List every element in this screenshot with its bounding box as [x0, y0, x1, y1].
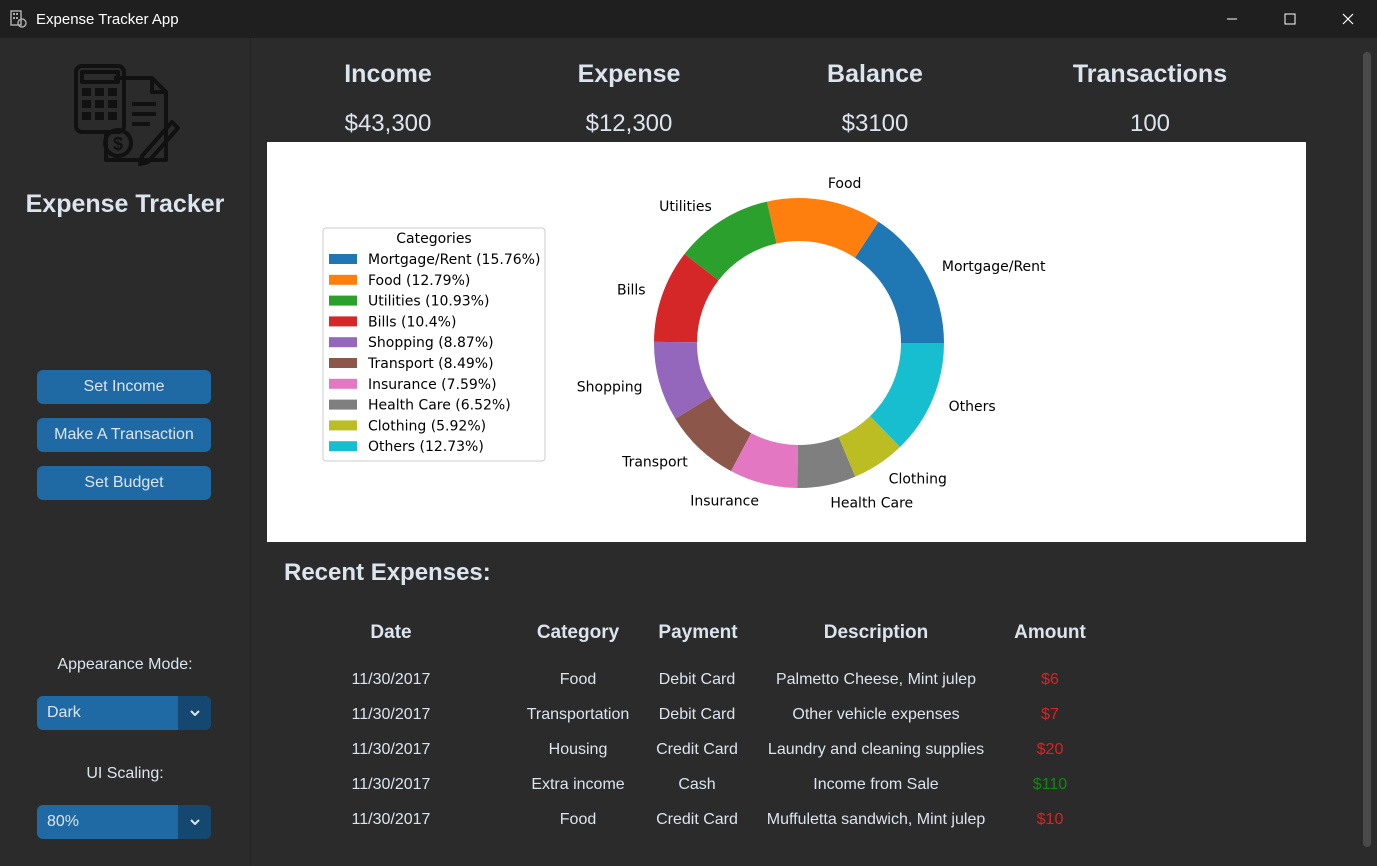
legend-swatch [329, 316, 357, 327]
slice-label: Mortgage/Rent [942, 259, 1046, 275]
row-amount: $20 [1036, 741, 1064, 758]
legend-swatch [329, 295, 357, 306]
dropdown-arrow[interactable] [178, 696, 211, 730]
scrollbar-thumb[interactable] [1363, 52, 1371, 847]
income-title: Income [344, 60, 432, 88]
category-donut-chart: Mortgage/Rent Food Utilities Bills Shopping T… [322, 176, 1046, 511]
app-icon [10, 10, 27, 28]
chevron-down-icon [189, 710, 200, 716]
legend-entry: Bills (10.4%) [368, 314, 456, 330]
window-title: Expense Tracker App [36, 10, 179, 28]
legend-entry: Food (12.79%) [368, 273, 470, 289]
column-header-payment: Payment [658, 622, 738, 643]
slice-label: Bills [617, 283, 646, 299]
transactions-value: 100 [1129, 110, 1171, 137]
legend-entry: Others (12.73%) [368, 439, 484, 455]
slice-label: Clothing [889, 471, 947, 487]
window-controls [1203, 0, 1377, 38]
title-bar: Expense Tracker App [0, 0, 1377, 38]
set-income-button[interactable]: Set Income [37, 370, 211, 404]
legend-entry: Mortgage/Rent (15.76%) [368, 252, 540, 268]
legend-swatch [329, 378, 357, 389]
legend-title: Categories [396, 231, 471, 247]
maximize-button[interactable] [1261, 0, 1319, 38]
category-chart-panel: Mortgage/Rent Food Utilities Bills Shopping T… [267, 142, 1306, 542]
maximize-icon [1284, 13, 1296, 25]
legend-swatch [329, 399, 357, 410]
appearance-mode-label: Appearance Mode: [57, 656, 193, 673]
sidebar: $ Expense Tracker Set Income Make A Tran… [0, 38, 251, 866]
legend-swatch [329, 337, 357, 348]
slice-label: Utilities [659, 199, 712, 215]
legend-swatch [329, 441, 357, 452]
ui-scaling-select[interactable]: 80% [37, 805, 211, 839]
recent-expenses-title: Recent Expenses: [284, 559, 491, 586]
row-amount: $10 [1036, 811, 1064, 828]
minimize-button[interactable] [1203, 0, 1261, 38]
column-header-description: Description [823, 622, 929, 643]
legend-swatch [329, 420, 357, 431]
close-button[interactable] [1319, 0, 1377, 38]
legend-swatch [329, 358, 357, 368]
expense-title: Expense [577, 60, 681, 88]
legend-entry: Utilities (10.93%) [368, 294, 489, 310]
slice-label: Others [949, 399, 996, 415]
dropdown-arrow[interactable] [178, 805, 211, 839]
legend-swatch [329, 254, 357, 264]
appearance-mode-value: Dark [47, 704, 81, 721]
legend-entry: Clothing (5.92%) [368, 418, 486, 434]
slice-label: Health Care [830, 495, 913, 511]
legend-swatch [329, 274, 357, 285]
transactions-title: Transactions [1072, 60, 1228, 88]
set-budget-button[interactable]: Set Budget [37, 466, 211, 500]
chart-legend: Categories Mortgage/Rent (15.76%) Food (12… [322, 227, 546, 462]
chevron-down-icon [189, 819, 200, 825]
appearance-mode-select[interactable]: Dark [37, 696, 211, 730]
make-transaction-button[interactable]: Make A Transaction [37, 418, 211, 452]
minimize-icon [1227, 18, 1237, 20]
donut-slice [854, 221, 944, 343]
column-header-date: Date [370, 622, 412, 643]
slice-label: Transport [621, 454, 688, 470]
slice-label: Insurance [690, 493, 759, 509]
app-name: Expense Tracker [25, 190, 225, 218]
legend-entry: Transport (8.49%) [367, 356, 494, 372]
row-amount: $110 [1032, 776, 1068, 793]
slice-label: Food [828, 176, 862, 192]
income-value: $43,300 [344, 110, 432, 137]
slice-label: Shopping [577, 379, 643, 395]
ui-scaling-label: UI Scaling: [86, 765, 164, 782]
legend-entry: Shopping (8.87%) [368, 335, 494, 351]
row-amount: $6 [1041, 671, 1059, 688]
column-header-amount: Amount [1014, 622, 1086, 643]
legend-entry: Health Care (6.52%) [368, 398, 511, 414]
expense-value: $12,300 [585, 110, 673, 137]
close-icon [1342, 13, 1354, 25]
balance-title: Balance [827, 60, 923, 88]
balance-value: $3100 [841, 110, 909, 137]
svg-text:$: $ [113, 134, 123, 154]
legend-entry: Insurance (7.59%) [368, 377, 497, 393]
ui-scaling-value: 80% [47, 813, 80, 830]
row-amount: $7 [1041, 706, 1059, 723]
calculator-invoice-icon: $ [74, 64, 180, 166]
